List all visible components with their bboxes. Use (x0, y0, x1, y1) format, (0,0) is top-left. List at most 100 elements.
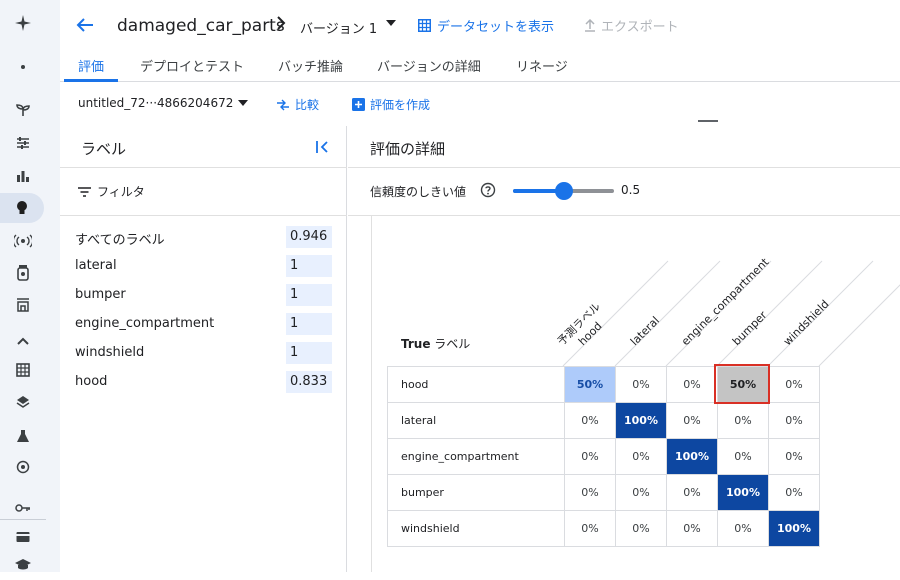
label-row[interactable]: windshield 1 (60, 340, 347, 369)
table-icon[interactable] (0, 355, 46, 385)
slider-thumb[interactable] (554, 182, 573, 200)
matrix-cell[interactable]: 0% (615, 510, 667, 547)
matrix-cell[interactable]: 0% (666, 402, 718, 439)
tab-label: デプロイとテスト (140, 60, 245, 75)
matrix-row: lateral 0% 100% 0% 0% 0% (387, 402, 820, 439)
matrix-divider (371, 216, 372, 572)
tab-evaluate[interactable]: 評価 (64, 56, 119, 82)
create-evaluation-button[interactable]: 評価を作成 (352, 96, 430, 113)
tab-bar: 評価 デプロイとテスト バッチ推論 バージョンの詳細 リネージ (60, 50, 900, 82)
filter-button[interactable]: フィルタ (78, 183, 145, 200)
label-row[interactable]: bumper 1 (60, 282, 347, 311)
sparkle-icon[interactable] (0, 8, 46, 38)
label-name: windshield (75, 345, 145, 360)
threshold-label: 信頼度のしきい値 (370, 185, 467, 199)
compare-button[interactable]: 比較 (276, 96, 319, 113)
matrix-cell[interactable]: 100% (615, 402, 667, 439)
matrix-row-label: lateral (387, 402, 565, 439)
add-box-icon (352, 98, 365, 111)
matrix-cell[interactable]: 0% (615, 474, 667, 511)
matrix-cell[interactable]: 0% (615, 438, 667, 475)
filter-bar: フィルタ (60, 168, 347, 216)
highlighted-cell-outline (714, 364, 770, 404)
tab-deploy-test[interactable]: デプロイとテスト (140, 56, 244, 82)
learn-icon[interactable] (0, 550, 46, 580)
pipeline-icon[interactable] (0, 452, 46, 482)
matrix-cell[interactable]: 0% (666, 366, 718, 403)
matrix-cell[interactable]: 100% (768, 510, 820, 547)
label-row[interactable]: lateral 1 (60, 253, 347, 282)
lightbulb-icon[interactable] (0, 193, 44, 223)
label-row[interactable]: hood 0.833 (60, 369, 347, 398)
matrix-cell[interactable]: 100% (666, 438, 718, 475)
jar-icon[interactable] (0, 258, 46, 288)
tab-label: バッチ推論 (278, 60, 344, 75)
tab-batch-predict[interactable]: バッチ推論 (278, 56, 343, 82)
model-caret-icon[interactable] (238, 100, 248, 106)
details-title: 評価の詳細 (370, 140, 446, 158)
version-caret-icon[interactable] (386, 20, 396, 26)
threshold-bar: 信頼度のしきい値 0.5 (348, 168, 900, 216)
label-score: 1 (286, 342, 332, 364)
upload-icon (585, 19, 595, 32)
label-name: すべてのラベル (75, 233, 165, 248)
flask-icon[interactable] (0, 421, 46, 451)
chevron-right-icon (276, 15, 286, 34)
broadcast-icon[interactable] (0, 226, 46, 256)
true-label-suffix: ラベル (434, 337, 471, 351)
matrix-cell[interactable]: 0% (564, 438, 616, 475)
back-arrow-icon[interactable] (74, 14, 96, 36)
tab-version-details[interactable]: バージョンの詳細 (377, 56, 481, 82)
matrix-cell[interactable]: 0% (768, 474, 820, 511)
matrix-cell[interactable]: 0% (666, 474, 718, 511)
show-dataset-button[interactable]: データセットを表示 (418, 16, 554, 35)
label-score: 1 (286, 255, 332, 277)
sprout-icon[interactable] (0, 95, 46, 125)
layers-icon[interactable] (0, 387, 46, 417)
matrix-cell[interactable]: 0% (564, 474, 616, 511)
matrix-cell[interactable]: 0% (717, 510, 769, 547)
matrix-cell[interactable]: 0% (768, 438, 820, 475)
store-icon[interactable] (0, 290, 46, 320)
billing-icon[interactable] (0, 522, 46, 552)
label-row[interactable]: すべてのラベル 0.946 (60, 224, 347, 253)
matrix-row-label: windshield (387, 510, 565, 547)
dot-icon (0, 52, 46, 82)
show-dataset-label: データセットを表示 (437, 20, 555, 35)
matrix-cell[interactable]: 0% (666, 510, 718, 547)
label-name: hood (75, 374, 108, 389)
top-bar: damaged_car_parts バージョン 1 データセットを表示 エクスポ… (60, 0, 900, 50)
matrix-cell[interactable]: 0% (768, 366, 820, 403)
compare-label: 比較 (295, 98, 320, 112)
labels-title: ラベル (81, 140, 127, 158)
matrix-cell[interactable]: 0% (717, 438, 769, 475)
export-label: エクスポート (601, 20, 679, 35)
label-row[interactable]: engine_compartment 1 (60, 311, 347, 340)
help-icon[interactable] (480, 182, 496, 198)
tune-icon[interactable] (0, 128, 46, 158)
model-select[interactable]: untitled_72···4866204672 (78, 96, 233, 110)
tab-lineage[interactable]: リネージ (516, 56, 568, 82)
table-icon (418, 19, 431, 32)
matrix-cell[interactable]: 100% (717, 474, 769, 511)
create-evaluation-label: 評価を作成 (370, 98, 431, 112)
true-label-heading: True ラベル (401, 335, 470, 352)
matrix-row: windshield 0% 0% 0% 0% 100% (387, 510, 820, 547)
export-button[interactable]: エクスポート (584, 16, 679, 35)
label-name: lateral (75, 258, 117, 273)
matrix-cell[interactable]: 0% (768, 402, 820, 439)
drag-handle[interactable] (698, 120, 718, 122)
collapse-panel-icon[interactable] (315, 139, 329, 158)
label-score: 1 (286, 284, 332, 306)
matrix-cell[interactable]: 0% (564, 402, 616, 439)
matrix-cell[interactable]: 0% (717, 402, 769, 439)
matrix-cell[interactable]: 0% (564, 510, 616, 547)
chevron-up-icon[interactable] (0, 326, 46, 356)
labels-panel: ラベル フィルタ すべてのラベル 0.946 lateral 1 bumper 1 engi… (60, 126, 347, 572)
matrix-cell[interactable]: 0% (615, 366, 667, 403)
version-select[interactable]: バージョン 1 (300, 18, 377, 37)
bar-chart-icon[interactable] (0, 161, 46, 191)
matrix-cell[interactable]: 50% (564, 366, 616, 403)
tab-label: 評価 (78, 60, 105, 75)
threshold-slider[interactable] (513, 182, 614, 200)
